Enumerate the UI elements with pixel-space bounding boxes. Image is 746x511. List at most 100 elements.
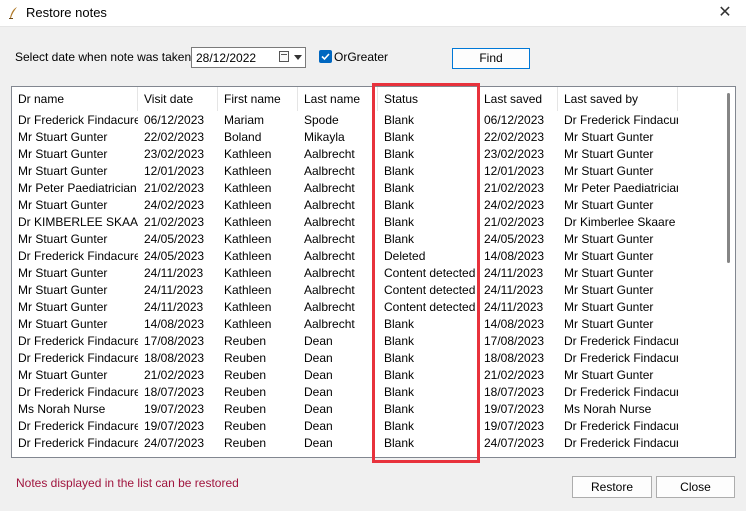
- table-cell: Mr Stuart Gunter: [18, 300, 108, 314]
- table-cell: Aalbrecht: [304, 147, 355, 161]
- table-cell: Ms Norah Nurse: [18, 402, 106, 416]
- table-row[interactable]: Dr KIMBERLEE SKAA... 21/02/2023 Kathleen Aa…: [12, 214, 724, 231]
- table-cell: Dean: [304, 419, 333, 433]
- table-cell: Kathleen: [224, 215, 272, 229]
- table-cell: 24/05/2023: [484, 232, 545, 246]
- find-button[interactable]: Find: [452, 48, 530, 69]
- table-cell: Kathleen: [224, 283, 272, 297]
- column-header[interactable]: Visit date: [138, 87, 218, 111]
- table-cell: Dean: [304, 368, 333, 382]
- close-icon[interactable]: ✕: [710, 2, 740, 24]
- table-cell: Dr Kimberlee Skaare: [564, 215, 676, 229]
- table-cell: 12/01/2023: [144, 164, 205, 178]
- table-cell: 19/07/2023: [144, 402, 205, 416]
- table-cell: Blank: [384, 419, 415, 433]
- table-cell: 21/02/2023: [484, 368, 545, 382]
- or-greater-label[interactable]: OrGreater: [334, 50, 388, 64]
- table-row[interactable]: Dr Frederick Findacure 24/07/2023 Reuben De…: [12, 435, 724, 452]
- table-row[interactable]: Dr Frederick Findacure 17/08/2023 Reuben De…: [12, 333, 724, 350]
- table-cell: 17/08/2023: [144, 334, 205, 348]
- table-cell: Blank: [384, 181, 415, 195]
- table-cell: Blank: [384, 215, 415, 229]
- table-cell: Mr Stuart Gunter: [18, 130, 108, 144]
- table-cell: Spode: [304, 113, 339, 127]
- table-cell: Mr Stuart Gunter: [18, 283, 108, 297]
- table-row[interactable]: Mr Stuart Gunter 24/11/2023 Kathleen Aalbre…: [12, 299, 724, 316]
- close-button[interactable]: Close: [656, 476, 735, 498]
- table-cell: Deleted: [384, 249, 426, 263]
- title-bar: Restore notes ✕: [0, 0, 746, 27]
- table-cell: Kathleen: [224, 147, 272, 161]
- table-row[interactable]: Mr Stuart Gunter 12/01/2023 Kathleen Aalbre…: [12, 163, 724, 180]
- table-cell: 18/08/2023: [144, 351, 205, 365]
- table-cell: 21/02/2023: [144, 215, 205, 229]
- column-header[interactable]: Status: [378, 87, 478, 111]
- calendar-icon[interactable]: [279, 51, 289, 62]
- table-row[interactable]: Mr Stuart Gunter 24/02/2023 Kathleen Aalbre…: [12, 197, 724, 214]
- table-row[interactable]: Mr Stuart Gunter 14/08/2023 Kathleen Aalbre…: [12, 316, 724, 333]
- table-cell: Mr Stuart Gunter: [564, 164, 654, 178]
- table-cell: 24/11/2023: [144, 283, 204, 297]
- table-cell: Dr Frederick Findacure: [564, 113, 678, 127]
- table-cell: Boland: [224, 130, 262, 144]
- table-cell: 24/05/2023: [144, 249, 205, 263]
- table-row[interactable]: Dr Frederick Findacure 18/07/2023 Reuben De…: [12, 384, 724, 401]
- column-header[interactable]: Last name: [298, 87, 378, 111]
- table-cell: Aalbrecht: [304, 164, 355, 178]
- table-cell: Mr Stuart Gunter: [564, 198, 654, 212]
- table-cell: Kathleen: [224, 249, 272, 263]
- table-row[interactable]: Dr Frederick Findacure 19/07/2023 Reuben De…: [12, 418, 724, 435]
- table-cell: Mr Stuart Gunter: [564, 249, 654, 263]
- table-cell: Dr Frederick Findacure: [18, 436, 138, 450]
- table-cell: Dean: [304, 402, 333, 416]
- table-cell: Mr Stuart Gunter: [18, 164, 108, 178]
- table-row[interactable]: Mr Stuart Gunter 22/02/2023 Boland Mikayla B…: [12, 129, 724, 146]
- table-cell: 24/11/2023: [484, 266, 544, 280]
- scroll-thumb[interactable]: [727, 93, 730, 263]
- table-cell: Mr Stuart Gunter: [18, 147, 108, 161]
- table-cell: Dr Frederick Findacure: [564, 334, 678, 348]
- table-row[interactable]: Dr Frederick Findacure 18/08/2023 Reuben De…: [12, 350, 724, 367]
- table-cell: 18/07/2023: [144, 385, 205, 399]
- table-cell: Content detected: [384, 266, 476, 280]
- table-cell: 23/02/2023: [144, 147, 205, 161]
- table-cell: 17/08/2023: [484, 334, 545, 348]
- table-cell: 18/08/2023: [484, 351, 545, 365]
- table-row[interactable]: Mr Peter Paediatrician 21/02/2023 Kathleen…: [12, 180, 724, 197]
- table-row[interactable]: Mr Stuart Gunter 21/02/2023 Reuben Dean Blan…: [12, 367, 724, 384]
- table-cell: Dr KIMBERLEE SKAA...: [18, 215, 138, 229]
- column-header[interactable]: Last saved: [478, 87, 558, 111]
- table-row[interactable]: Ms Norah Nurse 19/07/2023 Reuben Dean Blank 1…: [12, 401, 724, 418]
- table-cell: Blank: [384, 385, 415, 399]
- column-header[interactable]: First name: [218, 87, 298, 111]
- table-row[interactable]: Mr Stuart Gunter 24/05/2023 Kathleen Aalbre…: [12, 231, 724, 248]
- table-row[interactable]: Mr Stuart Gunter 24/11/2023 Kathleen Aalbre…: [12, 282, 724, 299]
- table-cell: Blank: [384, 317, 415, 331]
- table-cell: 06/12/2023: [484, 113, 545, 127]
- table-cell: Mr Peter Paediatrician: [564, 181, 678, 195]
- column-header[interactable]: Dr name: [12, 87, 138, 111]
- table-cell: Reuben: [224, 385, 267, 399]
- column-header[interactable]: Last saved by: [558, 87, 678, 111]
- or-greater-checkbox[interactable]: [319, 50, 332, 63]
- table-row[interactable]: Dr Frederick Findacure 06/12/2023 Mariam Sp…: [12, 112, 724, 129]
- chevron-down-icon[interactable]: [294, 55, 302, 60]
- table-cell: 23/02/2023: [484, 147, 545, 161]
- table-cell: 21/02/2023: [144, 368, 205, 382]
- table-row[interactable]: Dr Frederick Findacure 24/05/2023 Kathleen…: [12, 248, 724, 265]
- restore-button[interactable]: Restore: [572, 476, 652, 498]
- table-cell: Mikayla: [304, 130, 345, 144]
- vertical-scrollbar[interactable]: [723, 87, 735, 457]
- table-row[interactable]: Mr Stuart Gunter 24/11/2023 Kathleen Aalbre…: [12, 265, 724, 282]
- table-cell: Mariam: [224, 113, 265, 127]
- table-cell: 21/02/2023: [484, 181, 545, 195]
- notes-list[interactable]: Dr name Visit date First name Last name Stat…: [11, 86, 736, 458]
- table-cell: Blank: [384, 198, 415, 212]
- table-row[interactable]: Mr Stuart Gunter 23/02/2023 Kathleen Aalbre…: [12, 146, 724, 163]
- table-cell: Kathleen: [224, 164, 272, 178]
- table-cell: Mr Stuart Gunter: [564, 368, 654, 382]
- date-picker[interactable]: 28/12/2022: [191, 47, 306, 68]
- table-cell: Ms Norah Nurse: [564, 402, 652, 416]
- table-cell: 22/02/2023: [484, 130, 545, 144]
- table-cell: Aalbrecht: [304, 300, 355, 314]
